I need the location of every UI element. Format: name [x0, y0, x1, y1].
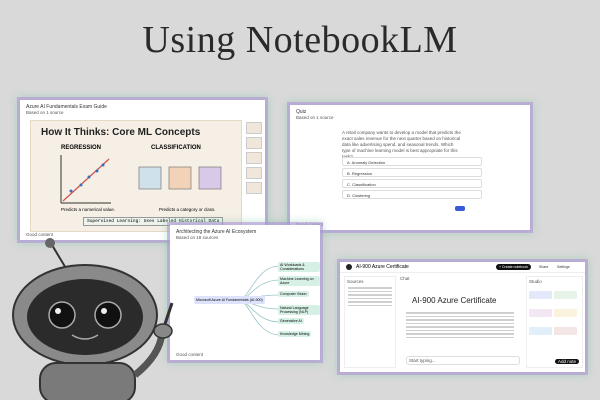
slide-thumbnail[interactable] [246, 182, 262, 194]
add-note-button[interactable]: Add note [554, 359, 579, 364]
sources-label: Sources [347, 279, 364, 284]
settings-button[interactable]: Settings [554, 264, 573, 270]
mind-map-node[interactable]: AI Workloads & Considerations [278, 262, 320, 272]
notebooklm-logo-icon [346, 264, 352, 270]
slide-canvas: How It Thinks: Core ML Concepts REGRESSI… [30, 120, 242, 232]
quiz-question: A retail company wants to develop a mode… [342, 130, 461, 159]
mind-map-root[interactable]: Microsoft Azure AI Fundamentals (AI-900) [194, 296, 265, 304]
robot-illustration [12, 238, 174, 400]
source-list [348, 287, 392, 306]
card-subtitle: Based on 1 source [26, 110, 64, 115]
slide-thumbnail[interactable] [246, 152, 262, 164]
app-title: AI-900 Azure Certificate [356, 264, 409, 270]
slide-thumbnail[interactable] [246, 167, 262, 179]
slide-thumbnail[interactable] [246, 137, 262, 149]
quiz-option-d[interactable]: D. Clustering [342, 190, 482, 199]
classification-caption: Predicts a category or class. [159, 207, 216, 212]
studio-tile[interactable] [529, 291, 552, 299]
quiz-card: Quiz Based on 1 source A retail company … [290, 105, 530, 230]
share-button[interactable]: Share [536, 264, 551, 270]
quiz-option-a[interactable]: A. Anomaly Detection [342, 157, 482, 166]
sources-panel: Sources [344, 276, 396, 368]
app-topbar: AI-900 Azure Certificate + Create notebo… [340, 262, 585, 273]
card-header: Azure AI Fundamentals Exam Guide Based o… [26, 104, 107, 115]
chat-input[interactable]: Start typing... [406, 356, 520, 365]
studio-label: Studio [529, 279, 542, 284]
slide-thumbnail[interactable] [246, 122, 262, 134]
mind-map-card: Architecting the Azure AI Ecosystem Base… [170, 225, 320, 360]
regression-caption: Predicts a numerical value. [61, 207, 116, 212]
mind-map-node[interactable]: Machine Learning on Azure [278, 276, 320, 286]
slide-deck-card: Azure AI Fundamentals Exam Guide Based o… [20, 100, 265, 240]
chat-panel: Chat AI-900 Azure Certificate Start typi… [400, 276, 520, 366]
slide-thumbnails [246, 122, 262, 197]
studio-tile[interactable] [529, 309, 552, 317]
mind-map-node[interactable]: Natural Language Processing (NLP) [278, 305, 320, 315]
studio-tile[interactable] [529, 327, 552, 335]
mind-map-node[interactable]: Knowledge Mining [278, 331, 312, 337]
summary-text [406, 310, 514, 340]
notebook-heading: AI-900 Azure Certificate [412, 296, 497, 305]
studio-panel: Studio Add note [526, 276, 583, 368]
next-button[interactable] [455, 206, 465, 211]
page-title: Using NotebookLM [142, 19, 458, 61]
card-subtitle: Based on 1 source [296, 115, 334, 120]
studio-tile[interactable] [554, 291, 577, 299]
quiz-option-b[interactable]: B. Regression [342, 168, 482, 177]
studio-tile[interactable] [554, 327, 577, 335]
quiz-option-c[interactable]: C. Classification [342, 179, 482, 188]
card-header: Quiz Based on 1 source [296, 109, 334, 120]
notebook-app-card: AI-900 Azure Certificate + Create notebo… [340, 262, 585, 372]
studio-tiles [527, 286, 582, 342]
studio-tile[interactable] [554, 309, 577, 317]
create-notebook-button[interactable]: + Create notebook [496, 264, 531, 270]
mind-map-node[interactable]: Generative AI [278, 318, 304, 324]
mind-map-node[interactable]: Computer Vision [278, 291, 309, 297]
chat-label: Chat [400, 276, 410, 281]
slide-illustration [60, 155, 222, 204]
